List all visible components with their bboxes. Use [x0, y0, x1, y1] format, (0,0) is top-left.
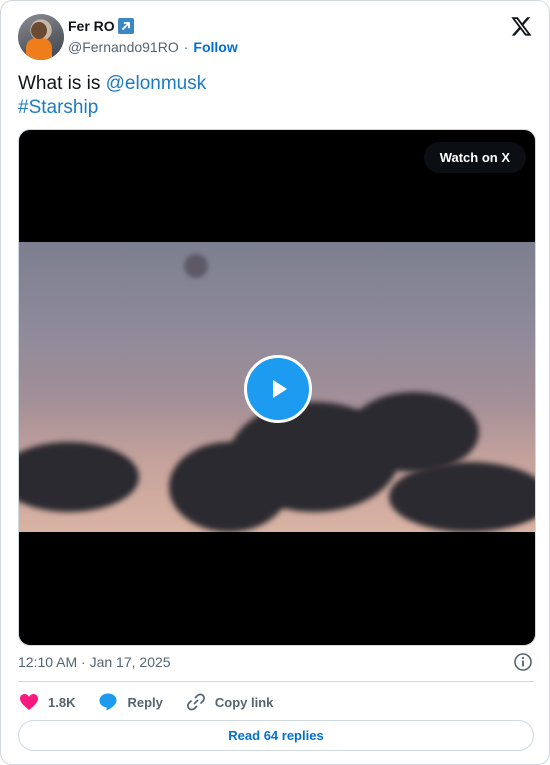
author-name[interactable]: Fer RO [68, 18, 115, 34]
reply-bubble-icon [97, 691, 119, 713]
author-handle-row: @Fernando91RO · Follow [68, 39, 238, 55]
follow-button[interactable]: Follow [193, 39, 237, 55]
avatar-shirt [26, 38, 52, 60]
link-icon [185, 691, 207, 713]
handle-separator: · [183, 39, 189, 55]
copy-link-button[interactable]: Copy link [185, 691, 274, 713]
like-button[interactable]: 1.8K [18, 691, 75, 713]
copy-link-label: Copy link [214, 694, 274, 710]
video-player[interactable]: Watch on X [18, 129, 536, 646]
reply-label: Reply [127, 694, 163, 710]
info-icon[interactable] [513, 652, 533, 672]
watch-on-x-button[interactable]: Watch on X [423, 142, 526, 173]
mention-link[interactable]: @elonmusk [106, 73, 207, 94]
avatar-head [31, 22, 47, 39]
like-count: 1.8K [48, 694, 76, 710]
reply-button[interactable]: Reply [97, 691, 163, 713]
play-icon[interactable] [244, 355, 312, 423]
tweet-text-prefix: What is is [18, 73, 106, 94]
tweet-card: Fer RO @Fernando91RO · Follow What is is… [0, 0, 550, 765]
tweet-timestamp[interactable]: 12:10 AM · Jan 17, 2025 [18, 654, 171, 670]
read-replies-button[interactable]: Read 64 replies [18, 720, 534, 751]
author-name-row: Fer RO [68, 18, 134, 34]
tweet-text: What is is @elonmusk #Starship [18, 72, 206, 120]
heart-icon [18, 691, 40, 713]
arrow-up-right-icon [117, 18, 134, 34]
author-handle[interactable]: @Fernando91RO [68, 39, 179, 55]
action-bar: 1.8K Reply Copy link [18, 689, 295, 715]
x-logo-icon[interactable] [510, 15, 533, 37]
avatar[interactable] [18, 14, 64, 60]
hashtag-link[interactable]: #Starship [18, 97, 98, 118]
divider [18, 681, 534, 682]
